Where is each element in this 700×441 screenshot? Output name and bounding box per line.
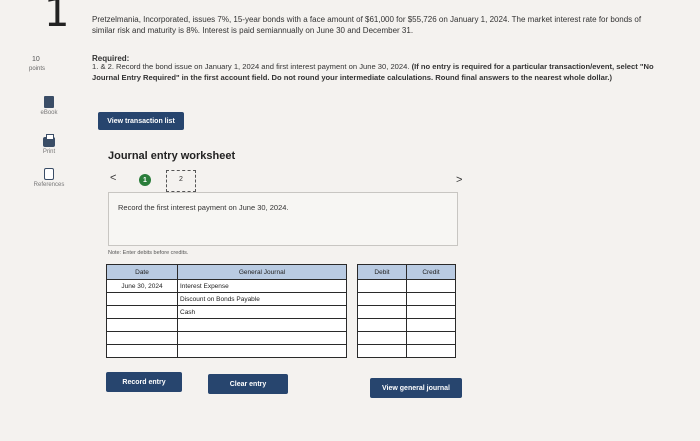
sidebar-item-label: References (33, 182, 65, 188)
credit-cell[interactable] (406, 305, 456, 319)
step-1-complete[interactable]: 1 (139, 174, 151, 186)
debit-cell[interactable] (357, 292, 407, 306)
account-cell[interactable] (177, 318, 347, 332)
date-cell[interactable] (106, 305, 178, 319)
required-text-plain: 1. & 2. Record the bond issue on January… (92, 62, 410, 71)
table-row: June 30, 2024 Interest Expense (106, 279, 456, 293)
table-row (106, 318, 456, 332)
sidebar-item-print[interactable]: Print (29, 134, 69, 155)
header-date: Date (106, 264, 178, 280)
prev-arrow-icon[interactable]: < (110, 172, 116, 184)
header-credit: Credit (406, 264, 456, 280)
date-cell[interactable]: June 30, 2024 (106, 279, 178, 293)
date-cell[interactable] (106, 331, 178, 345)
table-row (106, 344, 456, 358)
credit-cell[interactable] (406, 292, 456, 306)
credit-cell[interactable] (406, 279, 456, 293)
problem-text: Pretzelmania, Incorporated, issues 7%, 1… (92, 15, 642, 35)
sidebar-item-label: Print (42, 149, 56, 155)
debit-cell[interactable] (357, 305, 407, 319)
view-transaction-list-button[interactable]: View transaction list (98, 112, 184, 130)
credit-cell[interactable] (406, 344, 456, 358)
journal-table: Date General Journal Debit Credit June 3… (106, 264, 456, 358)
points-label: points (29, 66, 46, 72)
debit-cell[interactable] (357, 318, 407, 332)
points-value: 10 (32, 56, 40, 63)
debit-cell[interactable] (357, 344, 407, 358)
credit-cell[interactable] (406, 318, 456, 332)
table-row (106, 331, 456, 345)
question-number: 1 (44, 0, 70, 36)
clear-entry-button[interactable]: Clear entry (208, 374, 288, 394)
print-icon (43, 134, 55, 147)
account-cell[interactable]: Interest Expense (177, 279, 347, 293)
table-row: Cash (106, 305, 456, 319)
sidebar-item-references[interactable]: References (29, 168, 69, 188)
references-icon (44, 168, 54, 180)
account-cell[interactable] (177, 344, 347, 358)
debit-cell[interactable] (357, 331, 407, 345)
header-debit: Debit (357, 264, 407, 280)
date-cell[interactable] (106, 318, 178, 332)
credit-cell[interactable] (406, 331, 456, 345)
view-general-journal-button[interactable]: View general journal (370, 378, 462, 398)
ebook-icon (44, 96, 54, 108)
sidebar-item-label: eBook (40, 110, 58, 116)
account-cell[interactable]: Cash (177, 305, 347, 319)
account-cell[interactable]: Discount on Bonds Payable (177, 292, 347, 306)
instruction-box (108, 192, 458, 246)
date-cell[interactable] (106, 292, 178, 306)
account-cell[interactable] (177, 331, 347, 345)
debit-cell[interactable] (357, 279, 407, 293)
instruction-text: Record the first interest payment on Jun… (118, 203, 289, 212)
record-entry-button[interactable]: Record entry (106, 372, 182, 392)
step-2-current[interactable]: 2 (166, 170, 196, 192)
header-general-journal: General Journal (177, 264, 347, 280)
table-row: Discount on Bonds Payable (106, 292, 456, 306)
date-cell[interactable] (106, 344, 178, 358)
sidebar-item-ebook[interactable]: eBook (29, 96, 69, 116)
worksheet-title: Journal entry worksheet (108, 150, 236, 162)
required-text: 1. & 2. Record the bond issue on January… (92, 62, 657, 83)
entry-note: Note: Enter debits before credits. (108, 250, 189, 256)
next-arrow-icon[interactable]: > (456, 174, 462, 186)
